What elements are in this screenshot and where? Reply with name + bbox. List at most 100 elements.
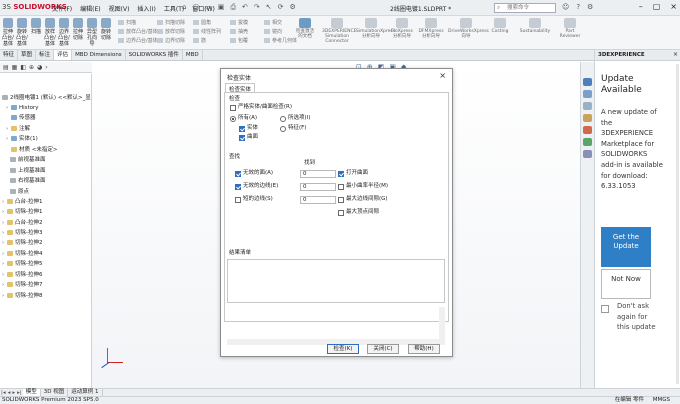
help-icon[interactable]: ? <box>576 3 580 11</box>
ribbon-small-wrap[interactable]: 包覆 <box>230 37 248 44</box>
max-vertex-gap-checkbox[interactable] <box>338 210 344 216</box>
close-button[interactable]: 关闭(C) <box>367 344 399 354</box>
vertical-scrollbar[interactable] <box>439 307 445 345</box>
select-icon[interactable]: ↖ <box>266 3 272 12</box>
tab-solidworks-addins[interactable]: SOLIDWORKS 插件 <box>126 50 183 60</box>
menu-insert[interactable]: 插入(I) <box>137 4 155 13</box>
3dexperience-icon[interactable] <box>583 78 592 86</box>
panel-scrollbar[interactable] <box>676 64 679 384</box>
ribbon-3dx-simulation[interactable]: 3DEXPERIENCE Simulation Connector <box>322 18 356 44</box>
tree-item-feature[interactable]: › 凸台-拉伸1 <box>2 199 42 206</box>
scope-all-radio[interactable] <box>230 116 236 122</box>
ribbon-part-reviewer[interactable]: Part Reviewer <box>558 18 582 39</box>
configuration-icon[interactable]: ◧ <box>20 64 26 71</box>
ribbon-floxpress[interactable]: FloXpress 分析向导 <box>390 18 414 39</box>
dialog-close-icon[interactable]: × <box>439 71 446 80</box>
ribbon-revolve-cut[interactable]: 旋转切除 <box>100 18 112 41</box>
tree-item-feature[interactable]: › 切除-拉伸1 <box>2 209 42 216</box>
tab-features[interactable]: 特征 <box>0 50 19 60</box>
ribbon-revolve-boss[interactable]: 旋转凸台/基体 <box>16 18 28 47</box>
invalid-faces-checkbox[interactable] <box>235 171 241 177</box>
tab-mbd-dimensions[interactable]: MBD Dimensions <box>72 50 126 60</box>
open-icon[interactable]: ▭ <box>205 3 212 12</box>
surface-checkbox[interactable] <box>239 135 245 141</box>
short-edges-checkbox[interactable] <box>235 197 241 203</box>
home-icon[interactable]: ⌂ <box>182 3 186 12</box>
ribbon-small-draft[interactable]: 拔模 <box>230 19 248 26</box>
result-list[interactable] <box>227 259 445 303</box>
ribbon-small-rib[interactable]: 筋 <box>193 37 206 44</box>
property-manager-icon[interactable]: ▦ <box>12 64 18 71</box>
tab-model[interactable]: 模型 <box>22 389 41 396</box>
open-surfaces-checkbox[interactable] <box>338 171 344 177</box>
dialog-tab[interactable]: 检查实体 <box>225 83 256 93</box>
new-doc-icon[interactable]: ▢ <box>192 3 199 12</box>
close-window-icon[interactable]: × <box>670 2 677 11</box>
ribbon-small-shell[interactable]: 抽壳 <box>230 28 248 35</box>
tab-evaluate[interactable]: 评估 <box>54 50 73 60</box>
tree-item-feature[interactable]: › 切除-拉伸3 <box>2 230 42 237</box>
restore-icon[interactable]: ▢ <box>653 2 661 11</box>
ribbon-dfmxpress[interactable]: DFMXpress 分析向导 <box>418 18 444 39</box>
ribbon-small-sweep-cut[interactable]: 扫描切除 <box>157 19 185 26</box>
expand-panel-icon[interactable]: › <box>45 64 47 71</box>
menu-edit[interactable]: 编辑(E) <box>80 4 100 13</box>
ribbon-small-loft[interactable]: 放样凸台/基体 <box>118 28 158 35</box>
resources-icon[interactable] <box>583 90 592 98</box>
ribbon-extrude-boss[interactable]: 拉伸凸台/基体 <box>2 18 14 47</box>
custom-properties-icon[interactable] <box>583 150 592 158</box>
settings-icon[interactable]: ⚙ <box>587 3 593 11</box>
tree-item-feature[interactable]: › 切除-拉伸4 <box>2 251 42 258</box>
menu-file[interactable]: 文件(F) <box>52 4 72 13</box>
max-edge-gap-checkbox[interactable] <box>338 197 344 203</box>
rebuild-icon[interactable]: ⟳ <box>278 3 284 12</box>
tab-3d-views[interactable]: 3D 视图 <box>41 389 69 396</box>
ribbon-small-fillet[interactable]: 圆角 <box>193 19 211 26</box>
tree-root[interactable]: 2线圈电镀1 (默认) <<默认>_显 <box>2 95 91 102</box>
ribbon-small-boundary[interactable]: 边界凸台/基体 <box>118 37 158 44</box>
minimize-icon[interactable]: – <box>639 2 643 11</box>
options-icon[interactable]: ⚙ <box>289 3 295 12</box>
tab-mbd[interactable]: MBD <box>183 50 203 60</box>
prev-tab-icon[interactable]: ◂ <box>8 390 11 396</box>
tab-motion-study[interactable]: 运动算例 1 <box>68 389 103 396</box>
strict-checkbox[interactable] <box>230 105 236 111</box>
next-tab-icon[interactable]: ▸ <box>12 390 15 396</box>
ribbon-sweep[interactable]: 扫描 <box>30 18 42 35</box>
last-tab-icon[interactable]: ▸| <box>17 390 22 396</box>
tree-item-origin[interactable]: 原点 <box>10 189 29 196</box>
appearances-icon[interactable] <box>583 138 592 146</box>
file-explorer-icon[interactable] <box>583 114 592 122</box>
min-curvature-checkbox[interactable] <box>338 184 344 190</box>
ribbon-extrude-cut[interactable]: 拉伸切除 <box>72 18 84 41</box>
ribbon-small-mirror[interactable]: 镜向 <box>264 28 282 35</box>
tree-item-top-plane[interactable]: 上视基准面 <box>10 168 46 175</box>
ribbon-boundary[interactable]: 边界凸台/基体 <box>58 18 70 47</box>
scope-features-radio[interactable] <box>280 126 286 132</box>
menu-view[interactable]: 视图(V) <box>109 4 130 13</box>
help-button[interactable]: 帮助(H) <box>408 344 440 354</box>
tree-item-history[interactable]: › History <box>6 105 39 112</box>
tree-item-feature[interactable]: › 切除-拉伸5 <box>2 261 42 268</box>
invalid-edges-checkbox[interactable] <box>235 184 241 190</box>
ribbon-small-linear-pattern[interactable]: 线性阵列 <box>193 28 221 35</box>
ribbon-small-ref-geometry[interactable]: 参考几何体 <box>264 37 297 44</box>
ribbon-small-sweep[interactable]: 扫描 <box>118 19 136 26</box>
ribbon-driveworksxpress[interactable]: DriveWorksXpress 向导 <box>448 18 489 39</box>
tree-item-right-plane[interactable]: 右视基准面 <box>10 178 46 185</box>
tree-item-front-plane[interactable]: 前视基准面 <box>10 157 46 164</box>
tree-item-feature[interactable]: › 切除-拉伸8 <box>2 293 42 300</box>
ribbon-small-boundary-cut[interactable]: 边界切除 <box>157 37 185 44</box>
ribbon-costing[interactable]: Costing <box>488 18 512 34</box>
ribbon-small-loft-cut[interactable]: 放样切除 <box>157 28 185 35</box>
tree-item-feature[interactable]: › 凸台-拉伸2 <box>2 220 42 227</box>
ribbon-check-active-doc[interactable]: 检查激活的文档 <box>294 18 316 39</box>
redo-icon[interactable]: ↷ <box>254 3 260 12</box>
panel-close-icon[interactable]: × <box>673 51 678 58</box>
not-now-button[interactable]: Not Now <box>601 269 651 299</box>
tree-item-material[interactable]: 材质 <未指定> <box>6 147 57 154</box>
tree-item-feature[interactable]: › 切除-拉伸2 <box>2 240 42 247</box>
undo-icon[interactable]: ↶ <box>242 3 248 12</box>
search-box[interactable]: ⌕ 搜索命令 <box>494 3 556 13</box>
ribbon-simulationxpress[interactable]: SimulationXpress 分析向导 <box>356 18 395 39</box>
